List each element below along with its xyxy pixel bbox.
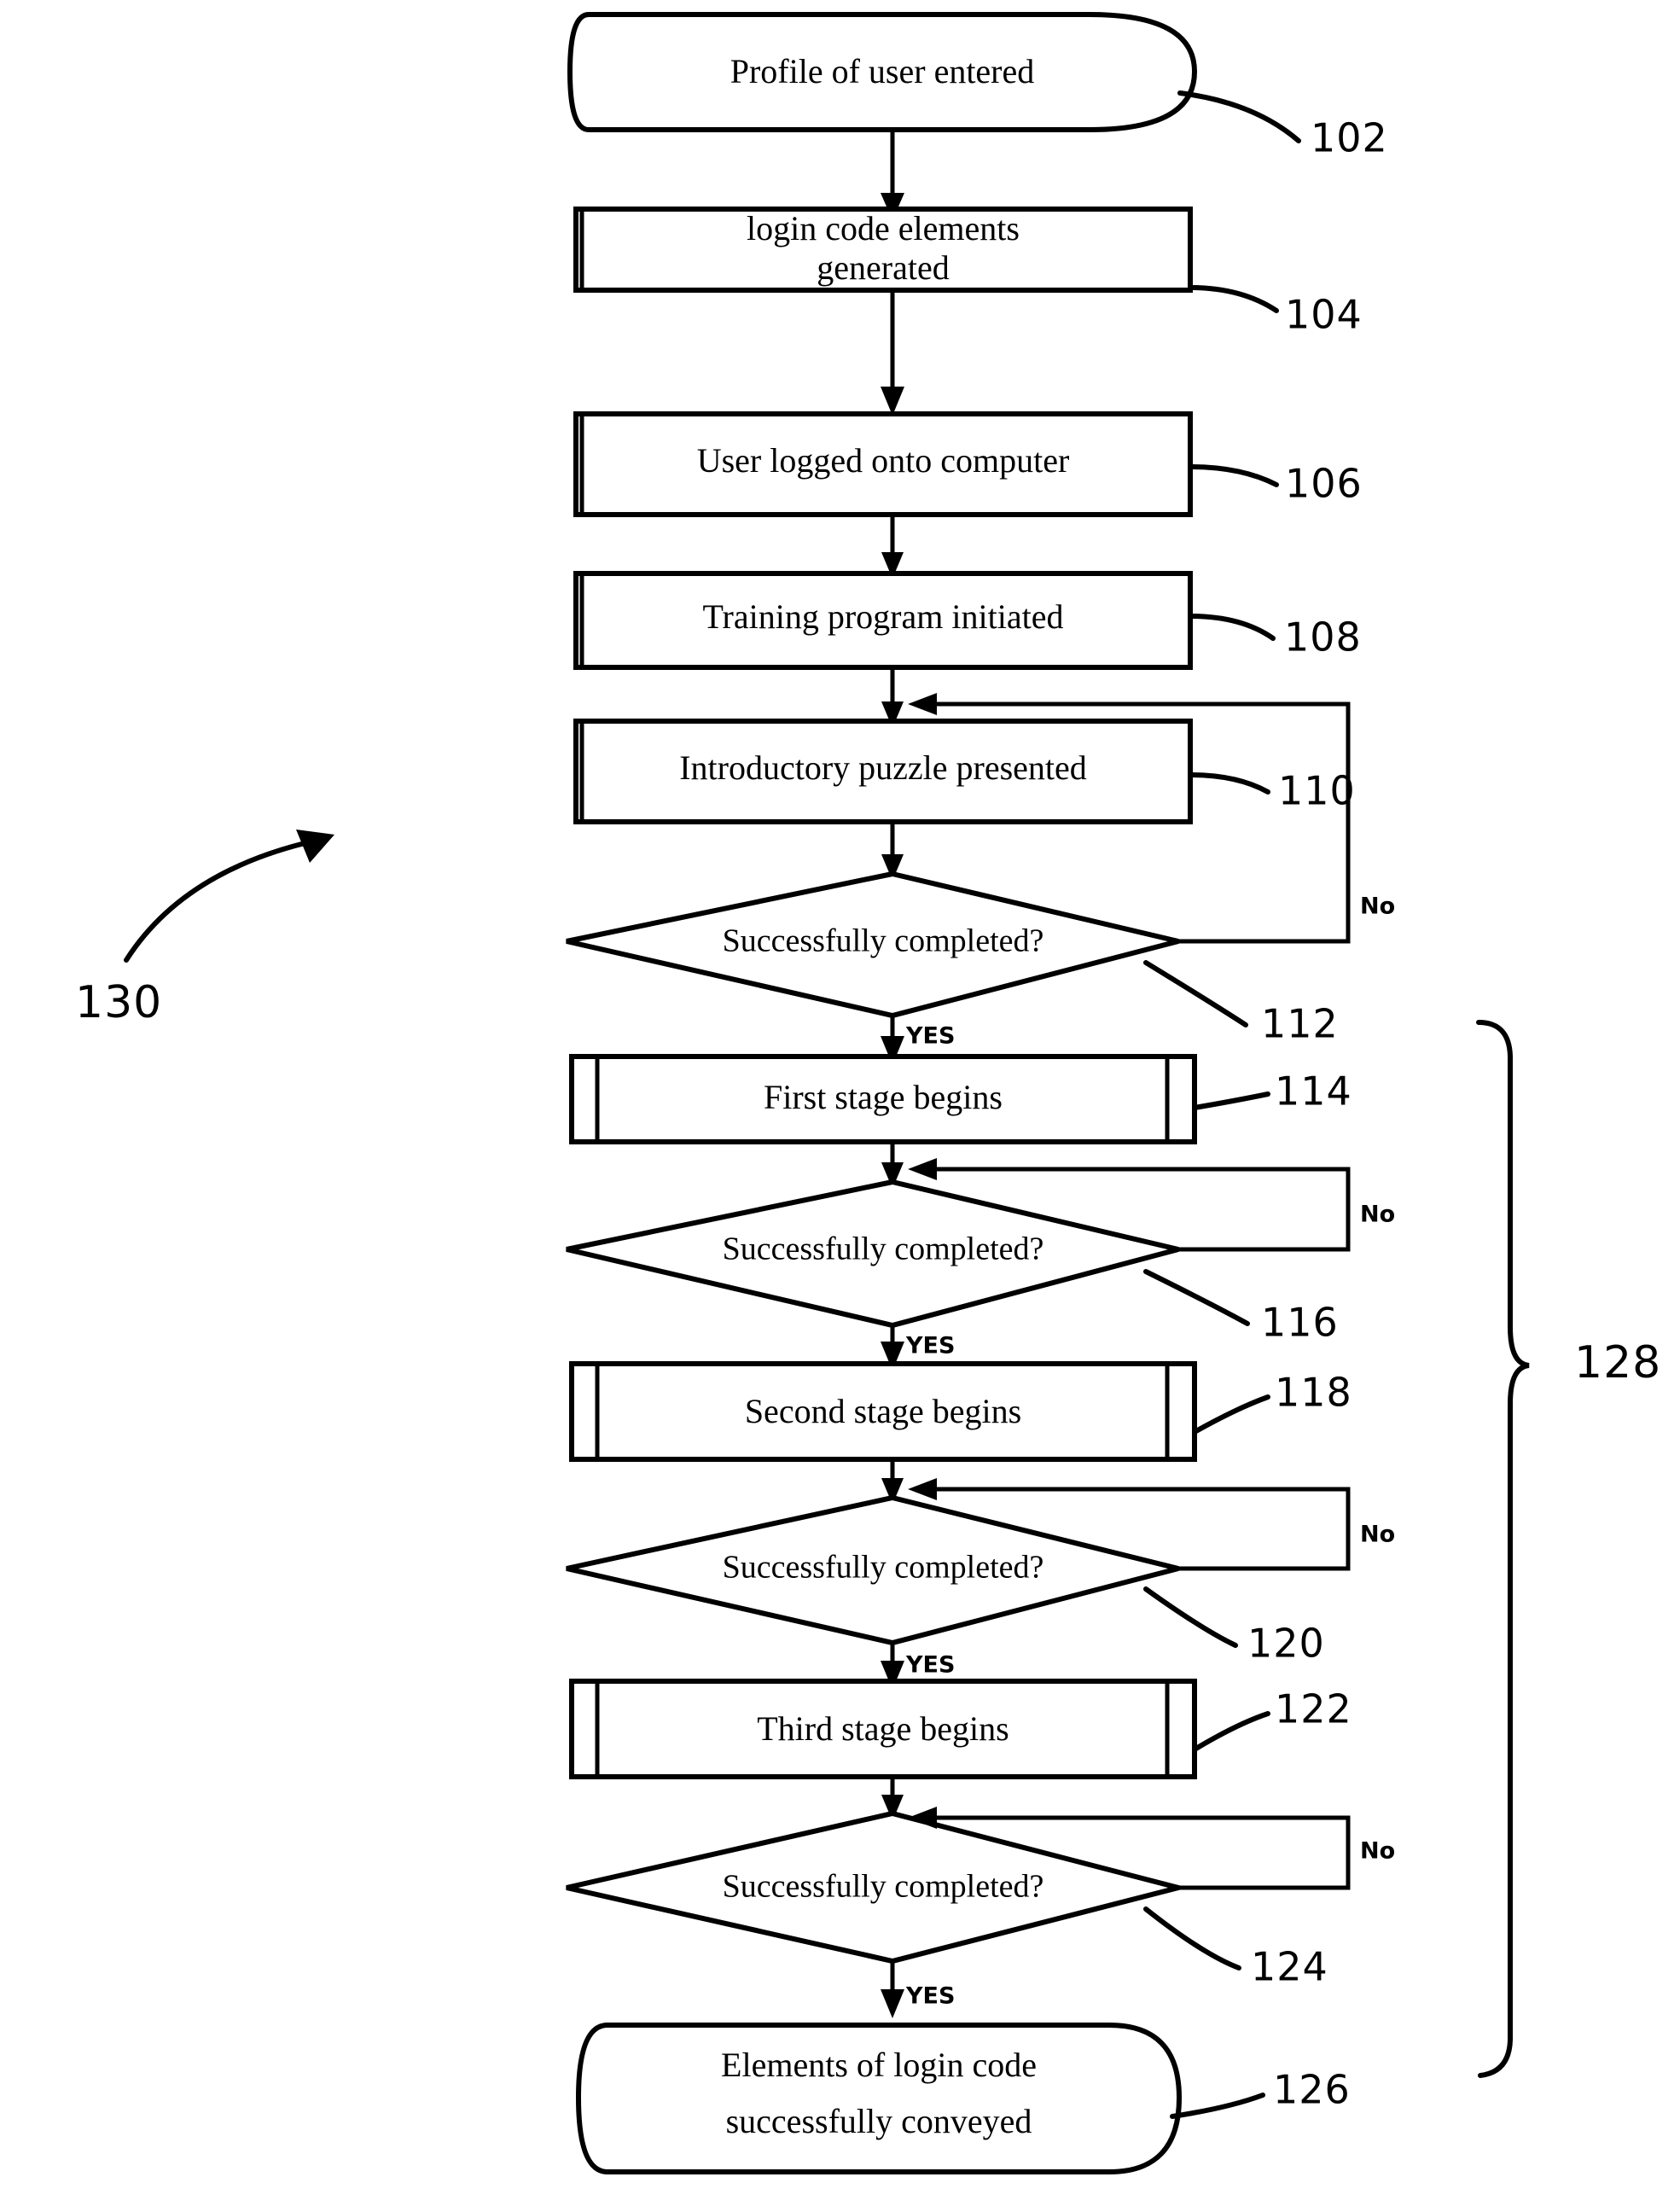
label-yes-112: YES bbox=[905, 1023, 955, 1050]
node-116-label: Successfully completed? bbox=[723, 1231, 1044, 1267]
node-108: Training program initiated bbox=[573, 571, 1193, 670]
label-no-112: No bbox=[1360, 894, 1395, 920]
node-118-label: Second stage begins bbox=[745, 1392, 1021, 1430]
node-116: Successfully completed? bbox=[566, 1179, 1179, 1329]
node-122: Third stage begins bbox=[569, 1679, 1197, 1779]
ref-122: 122 bbox=[1275, 1686, 1352, 1732]
ref-104: 104 bbox=[1285, 292, 1363, 338]
ref-120: 120 bbox=[1247, 1621, 1325, 1667]
ref-118: 118 bbox=[1275, 1370, 1352, 1416]
node-102: Profile of user entered bbox=[567, 12, 1198, 132]
node-126: Elements of login code successfully conv… bbox=[575, 2023, 1183, 2174]
ref-126: 126 bbox=[1273, 2067, 1351, 2113]
leader-120 bbox=[1143, 1586, 1238, 1648]
node-104-label-line1: login code elements bbox=[747, 209, 1020, 247]
node-112-label: Successfully completed? bbox=[723, 923, 1044, 959]
node-114: First stage begins bbox=[569, 1054, 1197, 1144]
ref-124: 124 bbox=[1251, 1944, 1328, 1990]
leader-118 bbox=[1192, 1394, 1270, 1435]
yes-arrow-124-126 bbox=[881, 1961, 904, 2018]
label-yes-120: YES bbox=[905, 1652, 955, 1679]
leader-110 bbox=[1188, 772, 1270, 795]
label-no-120: No bbox=[1360, 1522, 1395, 1548]
node-126-label-line1: Elements of login code bbox=[721, 2046, 1037, 2084]
leader-122 bbox=[1192, 1711, 1270, 1752]
ref-128: 128 bbox=[1574, 1337, 1661, 1388]
node-120-label: Successfully completed? bbox=[723, 1550, 1044, 1586]
node-102-label: Profile of user entered bbox=[730, 52, 1035, 90]
label-no-124: No bbox=[1360, 1838, 1395, 1865]
label-yes-116: YES bbox=[905, 1333, 955, 1359]
leader-126 bbox=[1170, 2093, 1265, 2119]
node-124: Successfully completed? bbox=[566, 1810, 1189, 1965]
node-110-label: Introductory puzzle presented bbox=[679, 748, 1087, 787]
node-122-label: Third stage begins bbox=[757, 1709, 1009, 1748]
leader-114 bbox=[1192, 1091, 1270, 1110]
ref-106: 106 bbox=[1285, 461, 1363, 507]
leader-106 bbox=[1188, 464, 1279, 487]
arrow-104-106 bbox=[881, 290, 904, 416]
node-106: User logged onto computer bbox=[573, 411, 1193, 517]
leader-116 bbox=[1143, 1269, 1250, 1326]
node-106-label: User logged onto computer bbox=[697, 441, 1070, 480]
bracket-128 bbox=[1476, 1020, 1530, 2078]
ref-102: 102 bbox=[1311, 115, 1388, 161]
node-126-label-line2: successfully conveyed bbox=[726, 2102, 1032, 2140]
ref-108: 108 bbox=[1284, 614, 1362, 661]
label-yes-124: YES bbox=[905, 1983, 955, 2010]
leader-112 bbox=[1143, 960, 1248, 1027]
node-110: Introductory puzzle presented bbox=[573, 719, 1193, 824]
node-112: Successfully completed? bbox=[566, 870, 1179, 1019]
ref-116: 116 bbox=[1261, 1300, 1339, 1346]
node-114-label: First stage begins bbox=[764, 1078, 1003, 1116]
leader-130 bbox=[124, 830, 334, 963]
ref-112: 112 bbox=[1261, 1001, 1339, 1047]
label-no-116: No bbox=[1360, 1202, 1395, 1228]
node-108-label: Training program initiated bbox=[703, 597, 1064, 636]
ref-130: 130 bbox=[75, 977, 162, 1028]
node-104-label-line2: generated bbox=[817, 248, 949, 287]
node-104: login code elements generated bbox=[573, 207, 1193, 293]
leader-102 bbox=[1177, 90, 1301, 143]
patent-flowchart: Profile of user entered 102 login code e… bbox=[75, 12, 1661, 2174]
node-120: Successfully completed? bbox=[566, 1494, 1179, 1646]
arrow-106-108 bbox=[881, 515, 904, 579]
leader-124 bbox=[1143, 1906, 1241, 1970]
node-118: Second stage begins bbox=[569, 1361, 1197, 1462]
leader-108 bbox=[1188, 614, 1276, 641]
leader-104 bbox=[1188, 285, 1279, 313]
node-124-label: Successfully completed? bbox=[723, 1869, 1044, 1905]
ref-114: 114 bbox=[1275, 1068, 1352, 1115]
ref-110: 110 bbox=[1278, 768, 1356, 814]
